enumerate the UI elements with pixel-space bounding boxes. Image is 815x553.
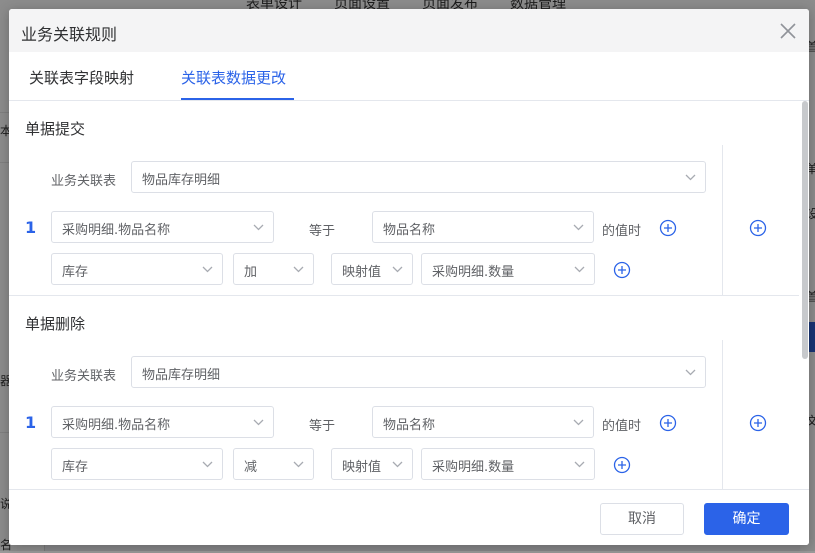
- select-value: 映射值: [342, 460, 382, 475]
- select-value: 映射值: [342, 265, 382, 280]
- condition-suffix: 的值时: [602, 224, 642, 239]
- row-number: 1: [25, 413, 37, 432]
- select-value: 物品名称: [383, 418, 436, 433]
- business-rule-dialog: 业务关联规则 关联表字段映射 关联表数据更改 单据提交 业务关联表 物品库存明细…: [9, 9, 809, 545]
- chevron-down-icon: [574, 266, 585, 273]
- chevron-down-icon: [392, 461, 403, 468]
- select-value: 物品名称: [383, 223, 436, 238]
- row-number: 1: [25, 218, 37, 237]
- select-value: 采购明细.数量: [432, 265, 515, 280]
- add-condition-icon[interactable]: [659, 219, 677, 237]
- source-field-select[interactable]: 采购明细.数量: [421, 253, 595, 285]
- operation-select[interactable]: 加: [233, 253, 314, 285]
- section-title: 单据删除: [25, 315, 86, 333]
- tab-field-mapping[interactable]: 关联表字段映射: [29, 67, 134, 88]
- select-value: 物品库存明细: [142, 173, 221, 188]
- add-condition-icon[interactable]: [659, 414, 677, 432]
- select-value: 减: [244, 460, 258, 475]
- chevron-down-icon: [202, 461, 213, 468]
- tab-bar: 关联表字段映射 关联表数据更改: [9, 52, 809, 101]
- active-tab-indicator: [181, 98, 294, 100]
- chevron-down-icon: [685, 174, 696, 181]
- select-value: 加: [244, 265, 258, 280]
- chevron-down-icon: [253, 419, 264, 426]
- related-table-select[interactable]: 物品库存明细: [131, 161, 706, 193]
- column-divider: [722, 340, 723, 489]
- select-value: 物品库存明细: [142, 368, 221, 383]
- section-title: 单据提交: [25, 120, 86, 138]
- related-table-select[interactable]: 物品库存明细: [131, 356, 706, 388]
- dialog-footer: 取消 确定: [9, 489, 809, 545]
- chevron-down-icon: [573, 419, 584, 426]
- tab-data-change[interactable]: 关联表数据更改: [181, 67, 286, 88]
- value-type-select[interactable]: 映射值: [331, 253, 413, 285]
- condition-suffix: 的值时: [602, 419, 642, 434]
- target-field-select[interactable]: 库存: [51, 448, 223, 480]
- chevron-down-icon: [573, 224, 584, 231]
- chevron-down-icon: [253, 224, 264, 231]
- target-field-select[interactable]: 库存: [51, 253, 223, 285]
- add-rule-icon[interactable]: [749, 219, 767, 237]
- operator-label: 等于: [309, 419, 336, 434]
- select-value: 采购明细.物品名称: [62, 223, 171, 238]
- select-value: 采购明细.数量: [432, 460, 515, 475]
- value-type-select[interactable]: 映射值: [331, 448, 413, 480]
- operation-select[interactable]: 减: [233, 448, 314, 480]
- cancel-button[interactable]: 取消: [600, 503, 684, 535]
- condition-left-field-select[interactable]: 采购明细.物品名称: [51, 406, 274, 438]
- confirm-button[interactable]: 确定: [704, 503, 789, 535]
- dialog-header: 业务关联规则: [9, 9, 809, 52]
- condition-right-field-select[interactable]: 物品名称: [372, 211, 594, 243]
- dialog-title: 业务关联规则: [21, 25, 118, 44]
- table-label: 业务关联表: [51, 369, 117, 384]
- chevron-down-icon: [685, 369, 696, 376]
- chevron-down-icon: [392, 266, 403, 273]
- vertical-scrollbar[interactable]: [802, 101, 808, 359]
- select-value: 库存: [62, 460, 89, 475]
- chevron-down-icon: [574, 461, 585, 468]
- add-action-icon[interactable]: [613, 261, 631, 279]
- table-label: 业务关联表: [51, 174, 117, 189]
- condition-right-field-select[interactable]: 物品名称: [372, 406, 594, 438]
- chevron-down-icon: [293, 461, 304, 468]
- close-icon[interactable]: [779, 22, 797, 40]
- chevron-down-icon: [202, 266, 213, 273]
- select-value: 库存: [62, 265, 89, 280]
- select-value: 采购明细.物品名称: [62, 418, 171, 433]
- chevron-down-icon: [293, 266, 304, 273]
- add-rule-icon[interactable]: [749, 414, 767, 432]
- condition-left-field-select[interactable]: 采购明细.物品名称: [51, 211, 274, 243]
- source-field-select[interactable]: 采购明细.数量: [421, 448, 595, 480]
- column-divider: [722, 145, 723, 295]
- add-action-icon[interactable]: [613, 456, 631, 474]
- section-divider: [9, 295, 799, 296]
- dialog-body: 单据提交 业务关联表 物品库存明细 1 采购明细.物品名称 等于 物品名称 的值…: [9, 101, 809, 489]
- operator-label: 等于: [309, 224, 336, 239]
